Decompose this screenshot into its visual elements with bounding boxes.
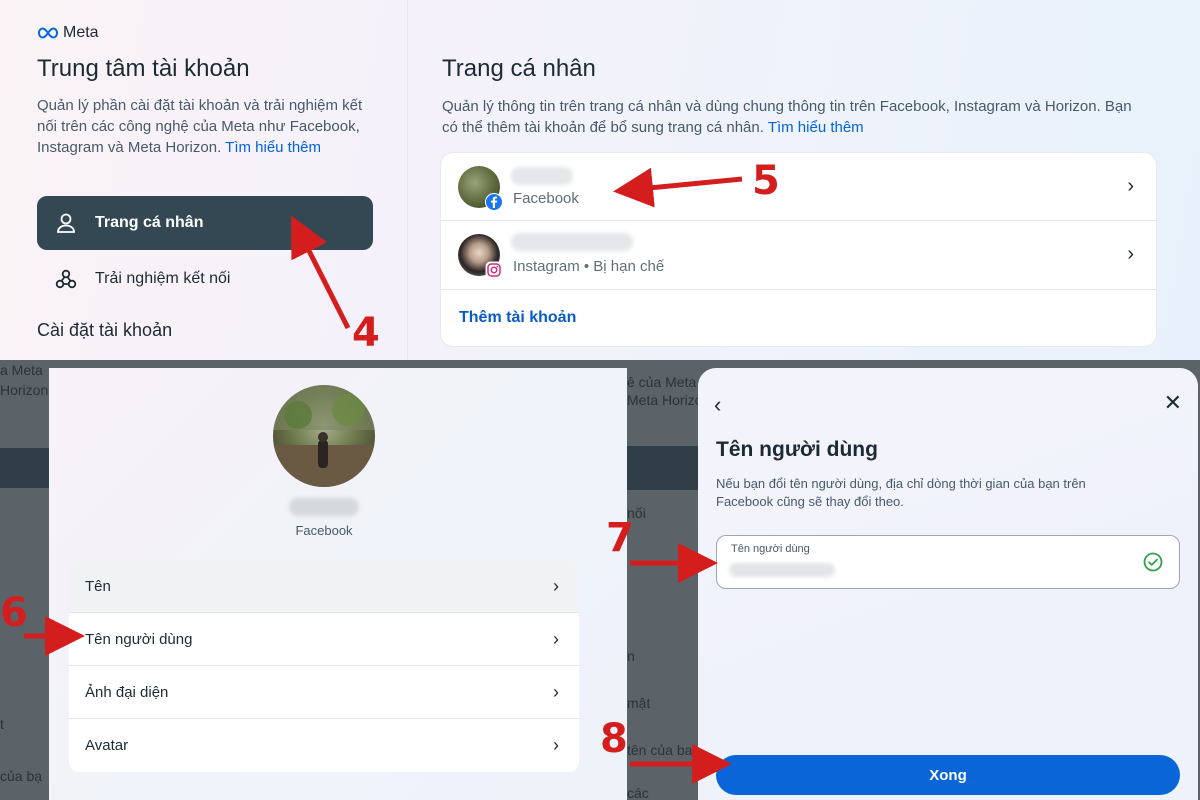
nav-item-label: Trải nghiệm kết nối bbox=[95, 270, 231, 287]
person-icon bbox=[57, 213, 75, 233]
chevron-right-icon: › bbox=[553, 628, 559, 649]
meta-brand-text: Meta bbox=[63, 24, 99, 41]
annotation-number-7: 7 bbox=[606, 515, 634, 561]
profile-name-blurred bbox=[289, 498, 359, 516]
section-heading: Cài đặt tài khoản bbox=[37, 320, 173, 340]
chevron-right-icon: › bbox=[1127, 243, 1134, 265]
profiles-description: Quản lý thông tin trên trang cá nhân và … bbox=[442, 96, 1142, 138]
account-platform: Instagram • Bị hạn chế bbox=[513, 258, 665, 275]
nav-item-profile[interactable]: Trang cá nhân bbox=[37, 196, 373, 250]
bg-text: a Meta bbox=[0, 362, 43, 378]
bg-nav-bar bbox=[627, 446, 698, 490]
chevron-right-icon: › bbox=[553, 681, 559, 702]
profile-platform: Facebook bbox=[295, 523, 353, 538]
back-arrow-icon[interactable]: ‹ bbox=[714, 392, 721, 418]
bg-text: t bbox=[0, 716, 4, 732]
instagram-icon bbox=[485, 261, 503, 279]
annotation-number-4: 4 bbox=[352, 310, 380, 356]
menu-item-label: Tên bbox=[85, 577, 111, 595]
profiles-title: Trang cá nhân bbox=[442, 55, 596, 82]
nav-item-connected-experiences[interactable]: Trải nghiệm kết nối bbox=[37, 252, 373, 306]
profile-menu: Tên › Tên người dùng › Ảnh đại diện › Av… bbox=[69, 560, 579, 772]
page-title: Trung tâm tài khoản bbox=[37, 55, 250, 82]
menu-item-avatar[interactable]: Avatar › bbox=[69, 719, 579, 772]
meta-logo: Meta bbox=[37, 24, 99, 42]
username-modal: ‹ ✕ Tên người dùng Nếu bạn đổi tên người… bbox=[698, 368, 1198, 800]
left-sidebar: Meta Trung tâm tài khoản Quản lý phần cà… bbox=[0, 0, 408, 360]
profile-photo-illustration bbox=[273, 385, 375, 487]
modal-description: Nếu bạn đổi tên người dùng, địa chỉ dòng… bbox=[716, 476, 1086, 509]
account-row-facebook[interactable]: Facebook › bbox=[441, 153, 1156, 221]
connected-icon bbox=[55, 269, 77, 289]
learn-more-link[interactable]: Tìm hiểu thêm bbox=[225, 139, 321, 156]
profile-picture bbox=[273, 385, 375, 487]
bg-text: các bbox=[627, 785, 649, 800]
field-label: Tên người dùng bbox=[731, 543, 810, 555]
account-name-blurred bbox=[511, 167, 573, 185]
nav-item-label: Trang cá nhân bbox=[95, 214, 204, 231]
annotation-number-8: 8 bbox=[600, 716, 628, 762]
page-description: Quản lý phần cài đặt tài khoản và trải n… bbox=[37, 95, 377, 158]
bg-text: n bbox=[627, 648, 635, 664]
account-name-blurred bbox=[511, 233, 633, 251]
menu-item-label: Ảnh đại diện bbox=[85, 683, 169, 701]
bg-text: của bạ bbox=[0, 768, 43, 784]
annotation-number-5: 5 bbox=[752, 158, 780, 204]
facebook-icon bbox=[485, 193, 503, 211]
learn-more-link[interactable]: Tìm hiểu thêm bbox=[768, 119, 864, 136]
menu-item-label: Avatar bbox=[85, 737, 129, 754]
modal-title: Tên người dùng bbox=[716, 438, 878, 461]
username-field[interactable]: Tên người dùng bbox=[716, 535, 1180, 589]
done-button[interactable]: Xong bbox=[716, 755, 1180, 795]
add-account-link[interactable]: Thêm tài khoản bbox=[459, 309, 576, 327]
bg-nav-bar bbox=[0, 448, 49, 488]
bg-text: Meta Horizo bbox=[627, 392, 703, 408]
menu-item-username[interactable]: Tên người dùng › bbox=[69, 613, 579, 666]
check-circle-icon bbox=[1143, 552, 1163, 572]
bg-text: Horizon bbox=[0, 382, 49, 398]
account-row-instagram[interactable]: Instagram • Bị hạn chế › bbox=[441, 221, 1156, 290]
menu-item-label: Tên người dùng bbox=[85, 630, 193, 648]
annotation-number-6: 6 bbox=[0, 590, 28, 636]
bg-text: ê của Meta bbox=[627, 374, 697, 390]
close-icon[interactable]: ✕ bbox=[1164, 390, 1182, 416]
bg-text: mật bbox=[627, 695, 651, 711]
chevron-right-icon: › bbox=[553, 735, 559, 755]
profile-detail-panel: Facebook Tên › Tên người dùng › Ảnh đại … bbox=[49, 368, 627, 800]
menu-item-name[interactable]: Tên › bbox=[69, 560, 579, 613]
username-value-blurred bbox=[729, 563, 835, 577]
accounts-center-top: Meta Trung tâm tài khoản Quản lý phần cà… bbox=[0, 0, 1200, 360]
meta-infinity-icon bbox=[37, 27, 59, 39]
account-platform: Facebook bbox=[513, 190, 579, 207]
chevron-right-icon: › bbox=[553, 575, 559, 596]
menu-item-profile-picture[interactable]: Ảnh đại diện › bbox=[69, 666, 579, 719]
chevron-right-icon: › bbox=[1127, 175, 1134, 197]
bg-text: tên của ba bbox=[627, 742, 693, 758]
accounts-card: Facebook › Instagram • Bị hạn chế › Thêm… bbox=[441, 153, 1156, 346]
